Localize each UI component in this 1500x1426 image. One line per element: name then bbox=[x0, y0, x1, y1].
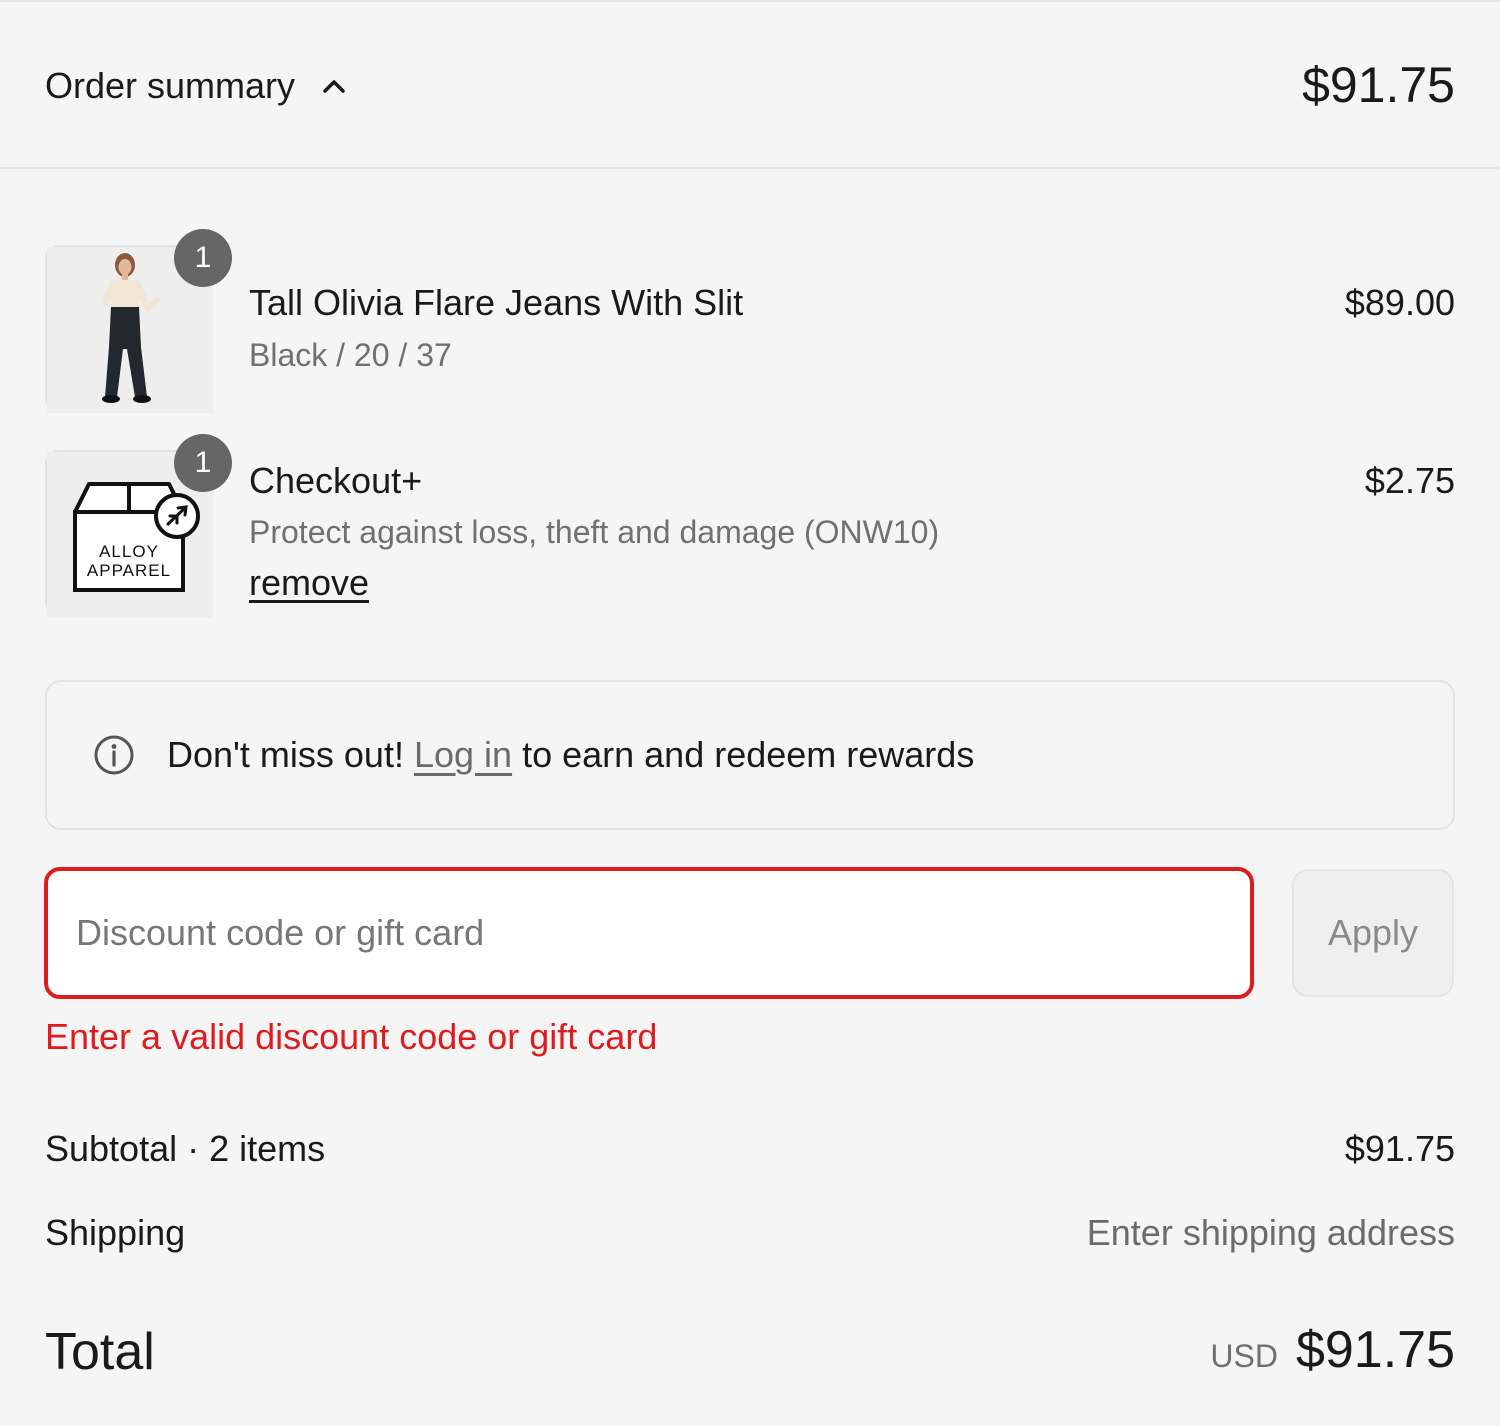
apply-button[interactable]: Apply bbox=[1292, 869, 1454, 997]
total-label: Total bbox=[45, 1323, 155, 1381]
currency-code: USD bbox=[1210, 1338, 1278, 1374]
item-variant: Black / 20 / 37 bbox=[249, 337, 452, 373]
rewards-suffix: to earn and redeem rewards bbox=[512, 734, 975, 775]
login-link[interactable]: Log in bbox=[414, 734, 512, 775]
item-name: Checkout+ bbox=[249, 460, 423, 501]
quantity-badge: 1 bbox=[174, 434, 232, 492]
order-summary-header: Order summary $91.75 bbox=[0, 2, 1500, 169]
subtotal-label: Subtotal · 2 items bbox=[45, 1128, 326, 1169]
chevron-up-icon bbox=[323, 80, 345, 93]
grand-total: $91.75 bbox=[1295, 1321, 1455, 1379]
subtotal-value: $91.75 bbox=[1344, 1128, 1455, 1169]
total-value-group: USD $91.75 bbox=[1210, 1320, 1455, 1380]
product-thumbnail: 1 bbox=[45, 229, 232, 413]
item-name: Tall Olivia Flare Jeans With Slit bbox=[249, 282, 744, 323]
item-price: $2.75 bbox=[1364, 460, 1455, 501]
item-price: $89.00 bbox=[1344, 282, 1455, 323]
line-item: 1 Tall Olivia Flare Jeans With Slit Blac… bbox=[45, 229, 1455, 415]
remove-link[interactable]: remove bbox=[249, 562, 369, 604]
logo-text-line1: ALLOY bbox=[99, 542, 159, 561]
shipping-label: Shipping bbox=[45, 1212, 186, 1253]
rewards-banner: Don't miss out! Log in to earn and redee… bbox=[45, 680, 1455, 830]
header-total-price: $91.75 bbox=[1302, 57, 1455, 113]
item-description: Protect against loss, theft and damage (… bbox=[249, 514, 940, 550]
order-summary-toggle[interactable]: Order summary bbox=[45, 62, 349, 110]
info-icon bbox=[94, 735, 134, 775]
rewards-message: Don't miss out! Log in to earn and redee… bbox=[167, 734, 974, 776]
order-summary-panel: Order summary $91.75 1 Tall Olivia Flare… bbox=[0, 0, 1500, 1426]
discount-code-input[interactable] bbox=[44, 867, 1254, 999]
logo-text-line2: APPAREL bbox=[87, 561, 171, 580]
rewards-prefix: Don't miss out! bbox=[167, 734, 414, 775]
shipping-value: Enter shipping address bbox=[1086, 1212, 1455, 1253]
discount-error-message: Enter a valid discount code or gift card bbox=[45, 1016, 658, 1057]
order-summary-title: Order summary bbox=[45, 65, 296, 106]
quantity-badge: 1 bbox=[174, 229, 232, 287]
line-item: ALLOY APPAREL 1 Checkout+ Protect agains… bbox=[45, 434, 1455, 620]
product-thumbnail: ALLOY APPAREL 1 bbox=[45, 434, 232, 618]
